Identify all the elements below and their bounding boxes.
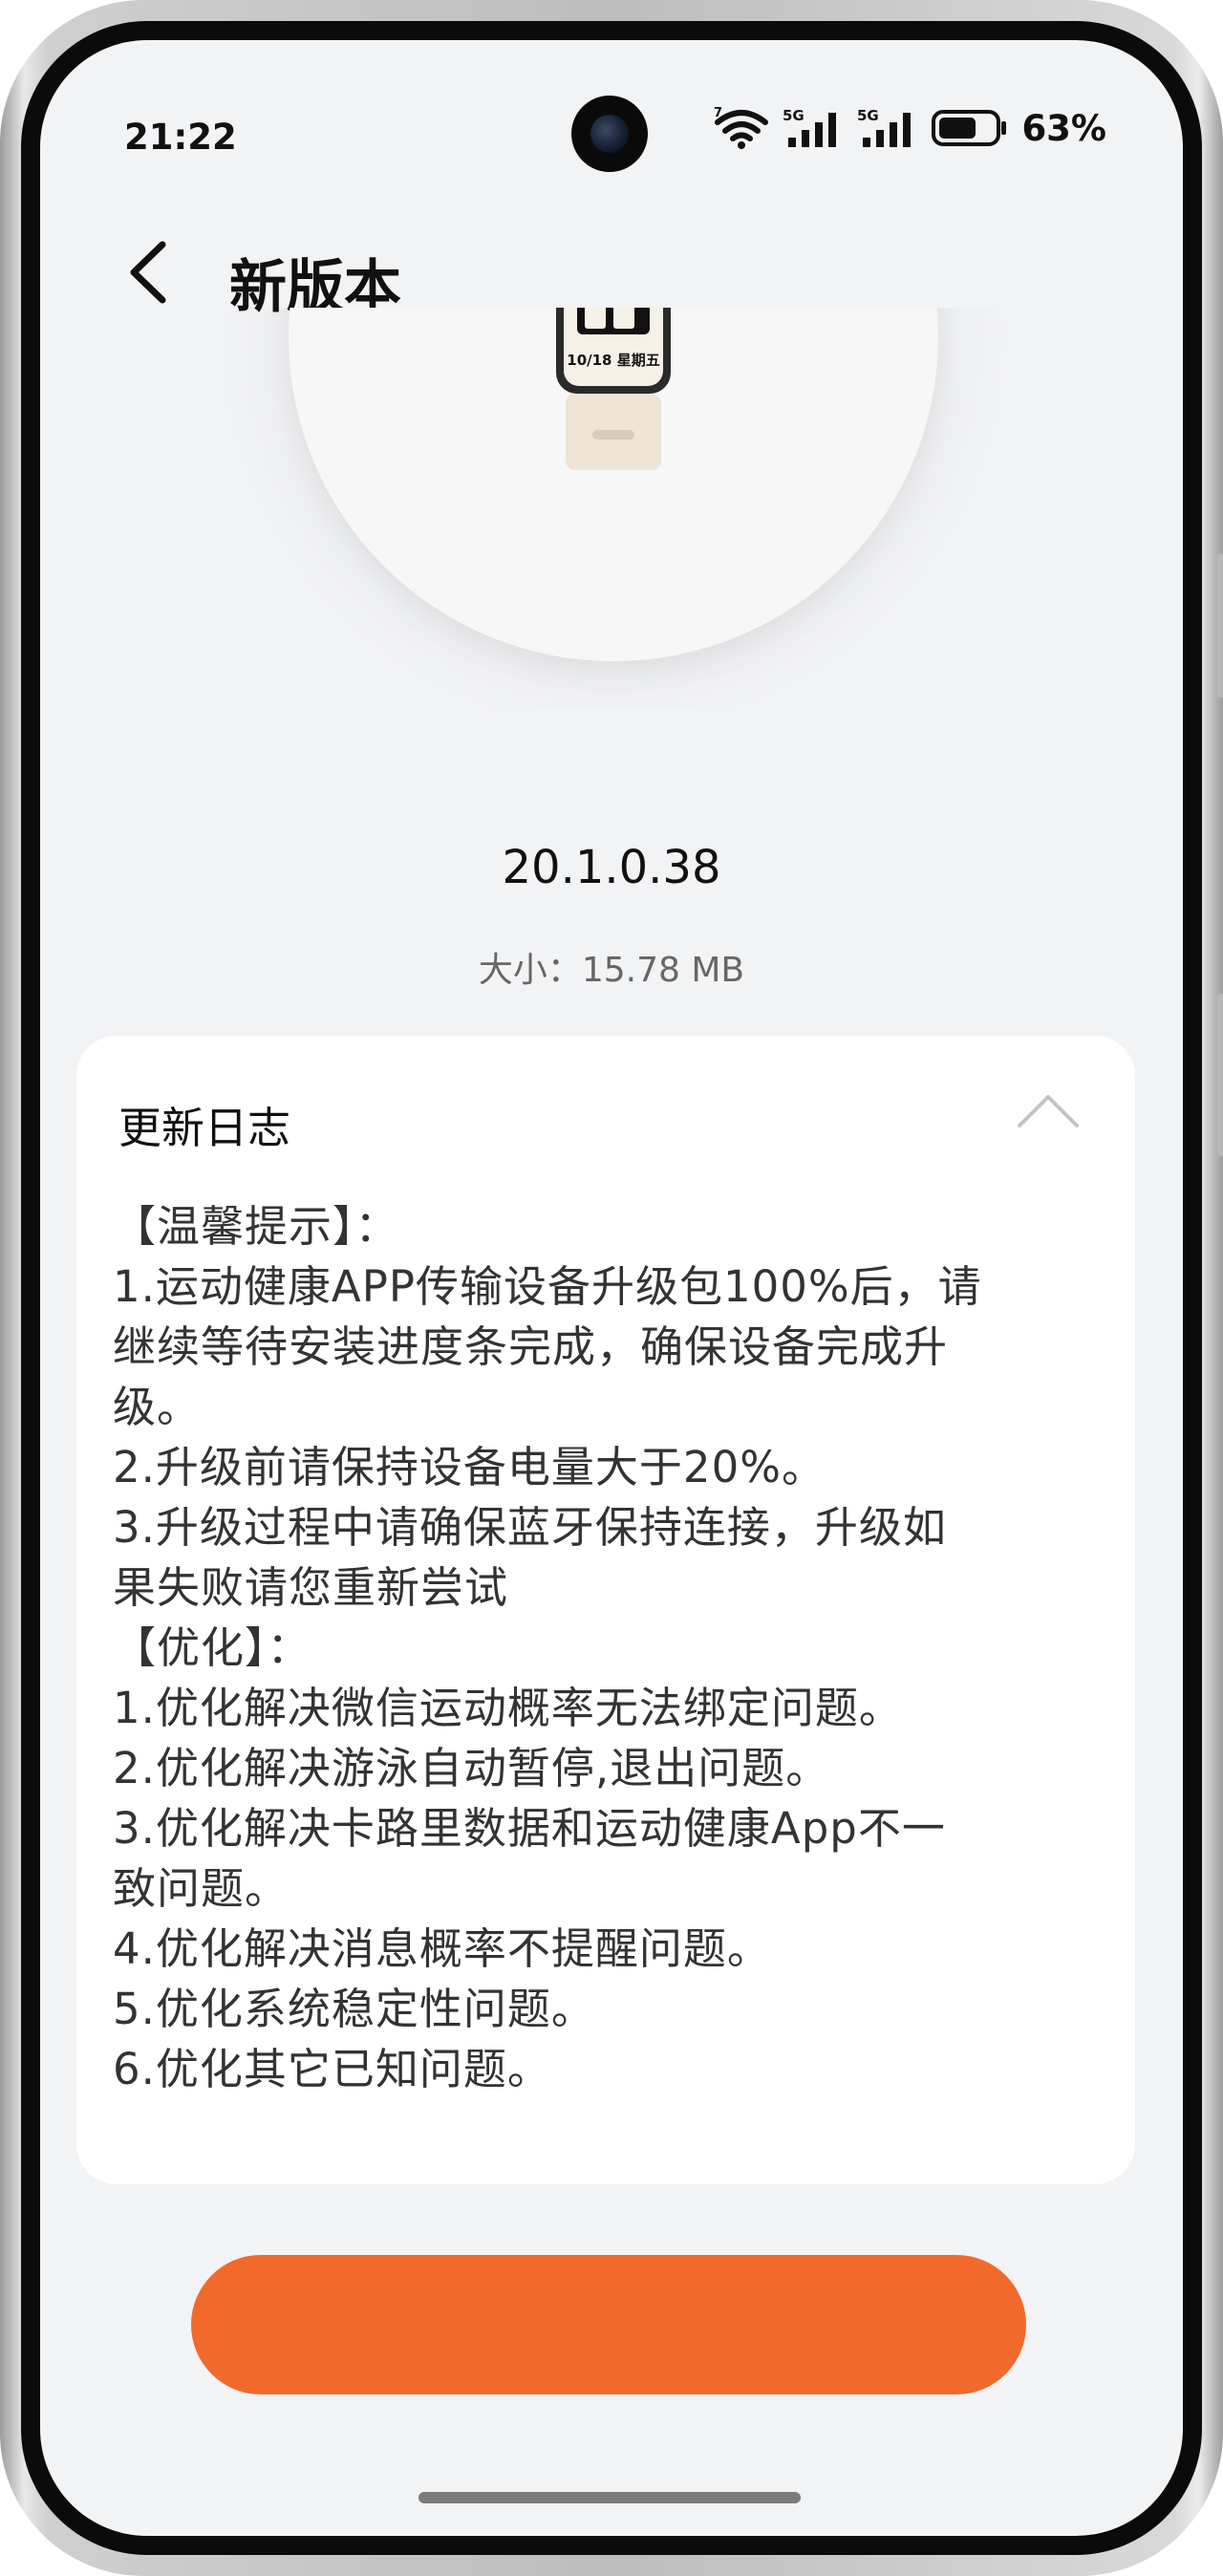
home-indicator[interactable]: [418, 2492, 801, 2503]
signal-icon: 5G: [857, 107, 912, 147]
changelog-line: 1.运动健康APP传输设备升级包100%后，请: [113, 1261, 982, 1312]
power-button: [1217, 994, 1223, 1156]
battery-icon: [932, 110, 1007, 146]
changelog-line: 4.优化解决消息概率不提醒问题。: [113, 1923, 771, 1974]
changelog-line: 3.优化解决卡路里数据和运动健康App不一: [113, 1803, 946, 1854]
back-arrow-icon[interactable]: [124, 239, 172, 306]
changelog-line: 1.优化解决微信运动概率无法绑定问题。: [113, 1683, 903, 1733]
changelog-line: 5.优化系统稳定性问题。: [113, 1984, 595, 2034]
volume-button: [1217, 554, 1223, 698]
signal-icon: 5G: [783, 107, 837, 147]
phone-frame: 21:22 7 5G 5G 63% 新版本 10/18 星期五 20.1.0.3…: [0, 0, 1223, 2576]
changelog-line: 致问题。: [113, 1863, 290, 1914]
wifi-badge: 7: [714, 107, 722, 120]
firmware-version: 20.1.0.38: [502, 841, 721, 894]
watch-date: 10/18 星期五: [567, 352, 659, 369]
device-hero: 10/18 星期五: [183, 308, 1043, 709]
sim1-label: 5G: [783, 107, 805, 124]
changelog-line: 【优化】：: [113, 1622, 311, 1673]
changelog-text: 【温馨提示】： 1.运动健康APP传输设备升级包100%后，请 继续等待安装进度…: [113, 1196, 1106, 2099]
changelog-line: 继续等待安装进度条完成，确保设备完成升: [113, 1321, 949, 1372]
changelog-line: 2.升级前请保持设备电量大于20%。: [113, 1442, 826, 1492]
changelog-card: 更新日志 【温馨提示】： 1.运动健康APP传输设备升级包100%后，请 继续等…: [76, 1036, 1135, 2184]
wifi-icon: 7: [714, 107, 769, 149]
changelog-line: 级。: [113, 1382, 202, 1432]
collapse-chevron-icon[interactable]: [1017, 1091, 1080, 1129]
front-camera: [571, 96, 648, 172]
status-time: 21:22: [124, 117, 237, 158]
screen: 21:22 7 5G 5G 63% 新版本 10/18 星期五 20.1.0.3…: [40, 40, 1183, 2536]
changelog-line: 【温馨提示】：: [113, 1201, 399, 1252]
changelog-line: 6.优化其它已知问题。: [113, 2044, 551, 2094]
app-bar: 新版本: [40, 203, 1183, 321]
status-bar: 21:22 7 5G 5G 63%: [40, 40, 1183, 172]
update-button[interactable]: [191, 2255, 1026, 2394]
changelog-line: 3.升级过程中请确保蓝牙保持连接，升级如: [113, 1502, 947, 1553]
firmware-size: 大小：15.78 MB: [478, 951, 745, 990]
changelog-line: 果失败请您重新尝试: [113, 1562, 509, 1613]
changelog-line: 2.优化解决游泳自动暂停,退出问题。: [113, 1743, 830, 1793]
status-icons: 7 5G 5G 63%: [714, 107, 1106, 149]
watch-illustration: 10/18 星期五: [556, 308, 671, 470]
sim2-label: 5G: [857, 107, 879, 124]
battery-percent: 63%: [1021, 107, 1106, 149]
changelog-title: 更新日志: [118, 1103, 291, 1153]
